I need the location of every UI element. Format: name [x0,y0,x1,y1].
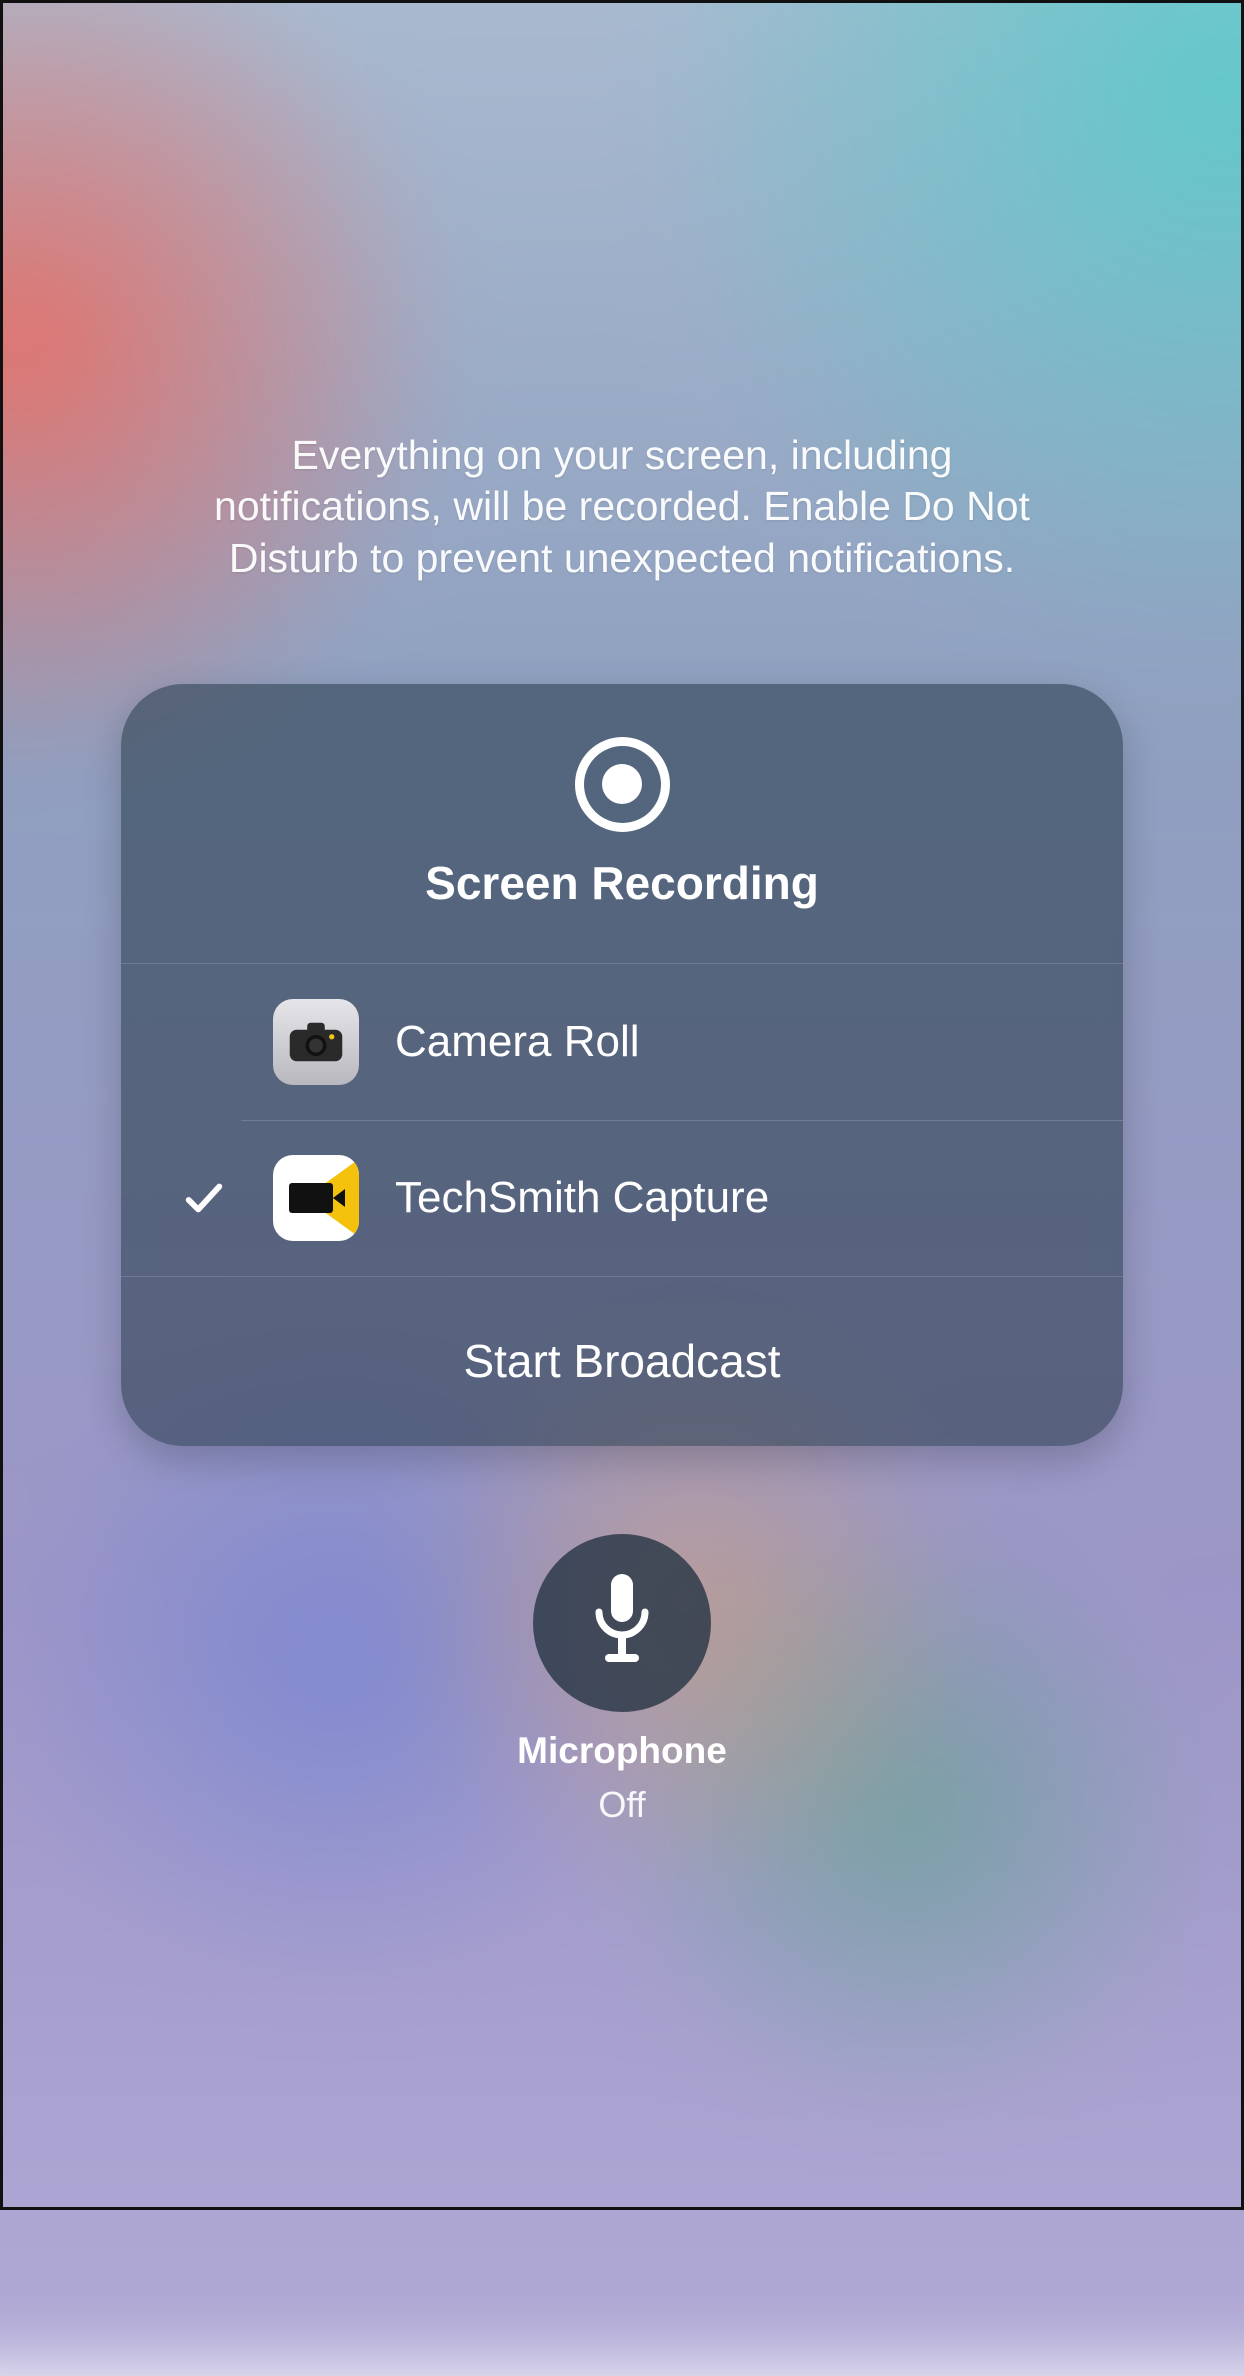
row-separator [241,1120,1123,1121]
broadcast-option-techsmith-capture[interactable]: TechSmith Capture [121,1120,1123,1276]
microphone-title: Microphone [517,1730,727,1772]
microphone-icon [587,1572,657,1673]
camera-icon [273,999,359,1085]
option-label: Camera Roll [395,1017,640,1067]
start-broadcast-button[interactable]: Start Broadcast [121,1276,1123,1446]
option-label: TechSmith Capture [395,1173,769,1223]
screen-recording-prompt: Everything on your screen, including not… [0,0,1244,2210]
screen-recording-card: Screen Recording Camera Roll [121,684,1123,1446]
microphone-state: Off [598,1784,645,1826]
techsmith-icon [273,1155,359,1241]
microphone-section: Microphone Off [517,1534,727,1826]
card-header: Screen Recording [121,684,1123,964]
card-title: Screen Recording [425,856,819,910]
checkmark-icon [179,1173,229,1223]
action-label: Start Broadcast [463,1334,780,1388]
microphone-toggle-button[interactable] [533,1534,711,1712]
record-icon [575,737,670,832]
broadcast-option-camera-roll[interactable]: Camera Roll [121,964,1123,1120]
recording-notice-text: Everything on your screen, including not… [182,430,1062,584]
